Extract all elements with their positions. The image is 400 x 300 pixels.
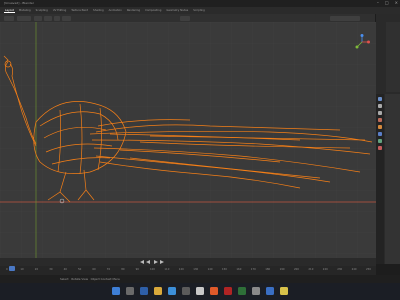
ruler-label: 20: [34, 268, 39, 271]
start-icon[interactable]: [112, 287, 120, 295]
select-menu[interactable]: [44, 15, 52, 21]
ruler-label: 220: [322, 268, 328, 271]
title-bar: [0, 0, 400, 7]
tab-sculpting[interactable]: Sculpting: [35, 9, 49, 13]
ruler-label: 230: [337, 268, 343, 271]
transform-orientation-dropdown[interactable]: [180, 15, 190, 21]
ruler-label: 190: [279, 268, 285, 271]
shading-mode-buttons[interactable]: [330, 15, 360, 21]
outliner[interactable]: [386, 22, 400, 92]
tab-modeling[interactable]: Modeling: [18, 9, 32, 13]
viewport-canvas: [0, 22, 376, 258]
tab-shading[interactable]: Shading: [92, 9, 105, 13]
app3-icon[interactable]: [238, 287, 246, 295]
ruler-label: 160: [236, 268, 242, 271]
status-select: Select: [60, 277, 69, 281]
object-mode-dropdown[interactable]: [17, 15, 31, 21]
ruler-label: 90: [135, 268, 139, 271]
tab-geometry-nodes[interactable]: Geometry Nodes: [165, 9, 189, 13]
minimize-button[interactable]: –: [377, 0, 379, 7]
object-menu[interactable]: [62, 15, 71, 21]
ruler-labels: 0 10 20 30 40 50 60 70 80 90 100 110 120 130 140 150 160…: [0, 268, 376, 274]
window-controls: – □ ×: [377, 0, 398, 7]
tab-uv-editing[interactable]: UV Editing: [52, 9, 68, 13]
tab-compositing[interactable]: Compositing: [144, 9, 162, 13]
render-tab-icon[interactable]: [378, 104, 382, 108]
playback-controls[interactable]: [0, 258, 376, 266]
data-tab-icon[interactable]: [378, 139, 382, 143]
status-hints: Select Rotate View Object Context Menu: [60, 277, 120, 281]
ruler-label: 180: [265, 268, 271, 271]
app2-icon[interactable]: [224, 287, 232, 295]
3d-viewport[interactable]: [0, 22, 376, 258]
blender-taskbar-icon[interactable]: [210, 287, 218, 295]
browser-icon[interactable]: [168, 287, 176, 295]
search-icon[interactable]: [126, 287, 134, 295]
ruler-label: 240: [351, 268, 357, 271]
ruler-label: 30: [49, 268, 53, 271]
ruler-label: 140: [207, 268, 213, 271]
ruler-label: 250: [366, 268, 371, 271]
tool-tab-icon[interactable]: [378, 97, 382, 101]
editor-type-button[interactable]: [4, 15, 14, 21]
app-icon[interactable]: [196, 287, 204, 295]
view-menu[interactable]: [34, 15, 42, 21]
tab-texture-paint[interactable]: Texture Paint: [70, 9, 89, 13]
ruler-label: 70: [106, 268, 111, 271]
ruler-label: 130: [193, 268, 199, 271]
ruler-label: 80: [121, 268, 125, 271]
properties-content[interactable]: [385, 94, 400, 264]
properties-tabs: [376, 94, 384, 264]
ruler-label: 210: [308, 268, 314, 271]
tab-animation[interactable]: Animation: [108, 9, 123, 13]
status-rotate: Rotate View: [71, 277, 88, 281]
add-menu[interactable]: [54, 15, 60, 21]
ruler-label: 0: [6, 268, 8, 271]
close-button[interactable]: ×: [395, 0, 398, 7]
status-context: Object Context Menu: [90, 277, 121, 281]
ruler-label: 200: [294, 268, 299, 271]
ruler-label: 60: [92, 268, 96, 271]
ruler-label: 120: [178, 268, 184, 271]
tab-scripting[interactable]: Scripting: [192, 9, 206, 13]
maximize-button[interactable]: □: [385, 0, 389, 7]
timeline-header: [0, 258, 376, 266]
tab-rendering[interactable]: Rendering: [126, 9, 141, 13]
object-tab-icon[interactable]: [378, 125, 382, 129]
app6-icon[interactable]: [280, 287, 288, 295]
app5-icon[interactable]: [266, 287, 274, 295]
scene-tab-icon[interactable]: [378, 118, 382, 122]
ruler-label: 100: [150, 268, 155, 271]
window-title: [Unsaved] - Blender: [4, 1, 34, 5]
material-tab-icon[interactable]: [378, 146, 382, 150]
tab-layout[interactable]: Layout: [4, 9, 15, 13]
modifier-tab-icon[interactable]: [378, 132, 382, 136]
output-tab-icon[interactable]: [378, 111, 382, 115]
navigation-gizmo[interactable]: [354, 34, 370, 50]
ruler-label: 170: [250, 268, 256, 271]
file-explorer-icon[interactable]: [154, 287, 162, 295]
app4-icon[interactable]: [252, 287, 260, 295]
store-icon[interactable]: [182, 287, 190, 295]
ruler-label: 40: [63, 268, 67, 271]
current-frame-indicator[interactable]: [9, 266, 15, 271]
task-view-icon[interactable]: [140, 287, 148, 295]
workspace-tabs: Layout Modeling Sculpting UV Editing Texture…: [4, 9, 206, 13]
ruler-label: 10: [20, 268, 24, 271]
ruler-label: 50: [78, 268, 82, 271]
ruler-label: 150: [222, 268, 227, 271]
ruler-label: 110: [164, 268, 170, 271]
